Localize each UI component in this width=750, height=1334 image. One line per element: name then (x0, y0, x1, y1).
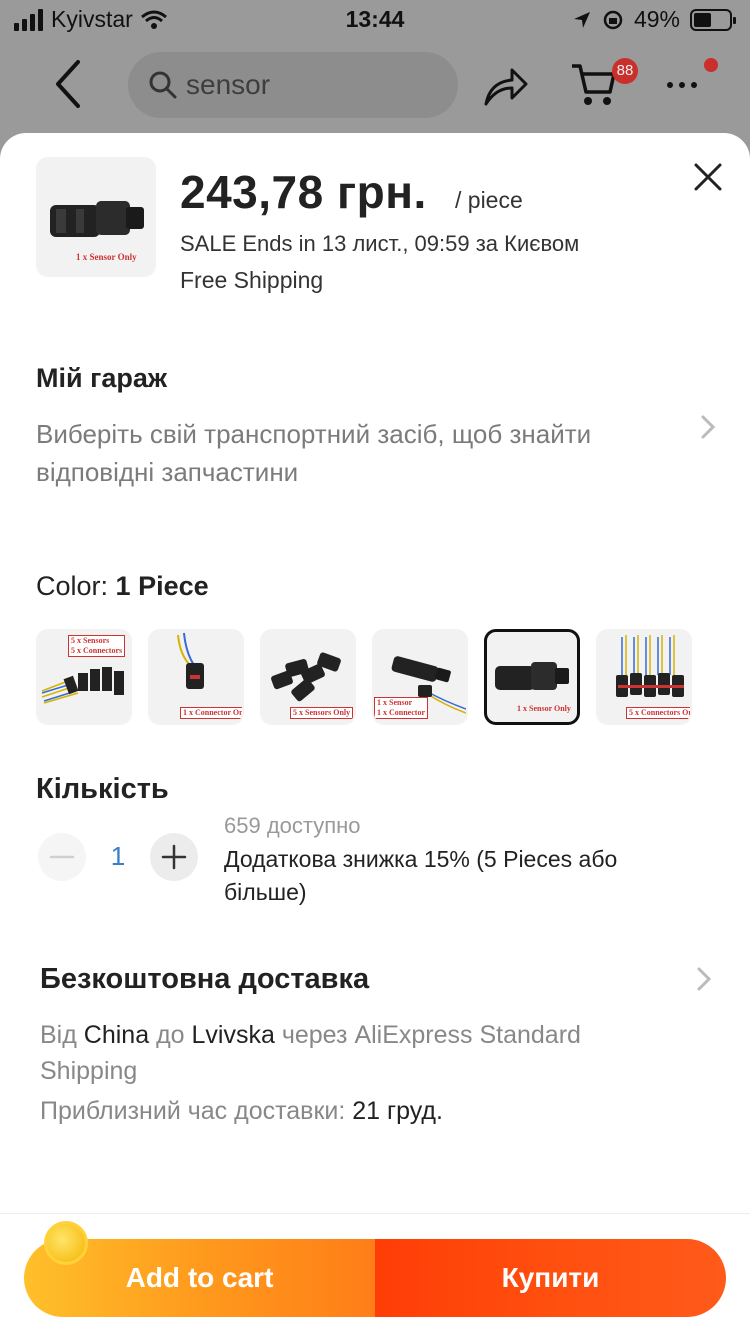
search-input[interactable]: sensor (128, 52, 458, 118)
bulk-discount-note: Додаткова знижка 15% (5 Pieces або більш… (224, 846, 618, 905)
garage-select-vehicle[interactable]: Виберіть свій транспортний засіб, щоб зн… (36, 415, 686, 491)
back-icon[interactable] (48, 58, 88, 110)
color-variants: 5 x Sensors 5 x Connectors 1 x Connector … (36, 629, 692, 725)
variant-label: 1 x Sensor Only (517, 704, 571, 713)
sale-countdown: SALE Ends in 13 лист., 09:59 за Києвом (180, 231, 580, 256)
buy-now-button[interactable]: Купити (375, 1239, 726, 1317)
color-variant[interactable]: 1 x Sensor 1 x Connector (372, 629, 468, 725)
battery-icon (690, 8, 736, 31)
quantity-title: Кількість (36, 773, 169, 805)
product-thumbnail[interactable]: 1 x Sensor Only (36, 157, 156, 277)
top-navigation: sensor 88 (0, 44, 750, 128)
rotation-lock-icon (603, 10, 623, 29)
chevron-right-icon[interactable] (698, 413, 718, 441)
color-variant[interactable]: 5 x Sensors 5 x Connectors (36, 629, 132, 725)
delivery-eta-date: 21 груд. (352, 1097, 443, 1125)
color-variant-selected[interactable]: 1 x Sensor Only (484, 629, 580, 725)
sparkle-icon: ✦ (34, 1225, 46, 1241)
variant-label: 1 x Sensor 1 x Connector (374, 697, 428, 719)
thumbnail-caption: 1 x Sensor Only (76, 252, 137, 262)
color-variant[interactable]: 1 x Connector Only (148, 629, 244, 725)
share-icon[interactable] (482, 64, 530, 108)
variant-label: 5 x Sensors 5 x Connectors (68, 635, 126, 657)
sku-selection-sheet: 1 x Sensor Only 243,78 грн. / piece SALE… (0, 133, 750, 1334)
color-selected-value: 1 Piece (115, 571, 209, 601)
plus-icon (161, 844, 187, 870)
notification-dot (704, 58, 718, 72)
divider (0, 1213, 750, 1214)
delivery-title[interactable]: Безкоштовна доставка (40, 963, 369, 996)
delivery-eta: Приблизний час доставки: 21 груд. (40, 1097, 443, 1125)
quantity-decrease-button[interactable] (38, 833, 86, 881)
variant-label: 5 x Connectors Only (626, 707, 690, 719)
delivery-destination: Lvivska (191, 1021, 275, 1049)
price-unit: / piece (455, 187, 523, 213)
color-selector-label: Color: 1 Piece (36, 571, 209, 602)
delivery-origin: China (83, 1021, 150, 1049)
color-label: Color: (36, 571, 109, 601)
search-icon (149, 71, 177, 99)
battery-percent: 49% (633, 6, 680, 32)
cart-count-badge: 88 (612, 58, 638, 84)
shipping-label: Free Shipping (180, 267, 324, 293)
color-variant[interactable]: 5 x Connectors Only (596, 629, 692, 725)
search-text: sensor (186, 69, 271, 100)
garage-title: Мій гараж (36, 363, 168, 393)
chevron-right-icon[interactable] (694, 965, 714, 993)
coin-icon (44, 1221, 88, 1265)
action-bar: Add to cart Купити (24, 1239, 726, 1317)
minus-icon (49, 855, 75, 859)
close-icon[interactable] (692, 161, 724, 193)
delivery-route: Від China до Lvivska через AliExpress St… (40, 1021, 581, 1085)
status-bar: Kyivstar 13:44 49% (0, 0, 750, 40)
location-icon (573, 11, 590, 28)
cart-icon[interactable] (570, 60, 618, 108)
color-variant[interactable]: 5 x Sensors Only (260, 629, 356, 725)
product-price: 243,78 грн. (180, 166, 427, 218)
quantity-increase-button[interactable] (150, 833, 198, 881)
stock-available: 659 доступно (224, 813, 361, 838)
more-icon[interactable] (664, 70, 700, 100)
variant-label: 5 x Sensors Only (290, 707, 354, 719)
quantity-value[interactable]: 1 (100, 841, 136, 872)
variant-label: 1 x Connector Only (180, 707, 242, 719)
